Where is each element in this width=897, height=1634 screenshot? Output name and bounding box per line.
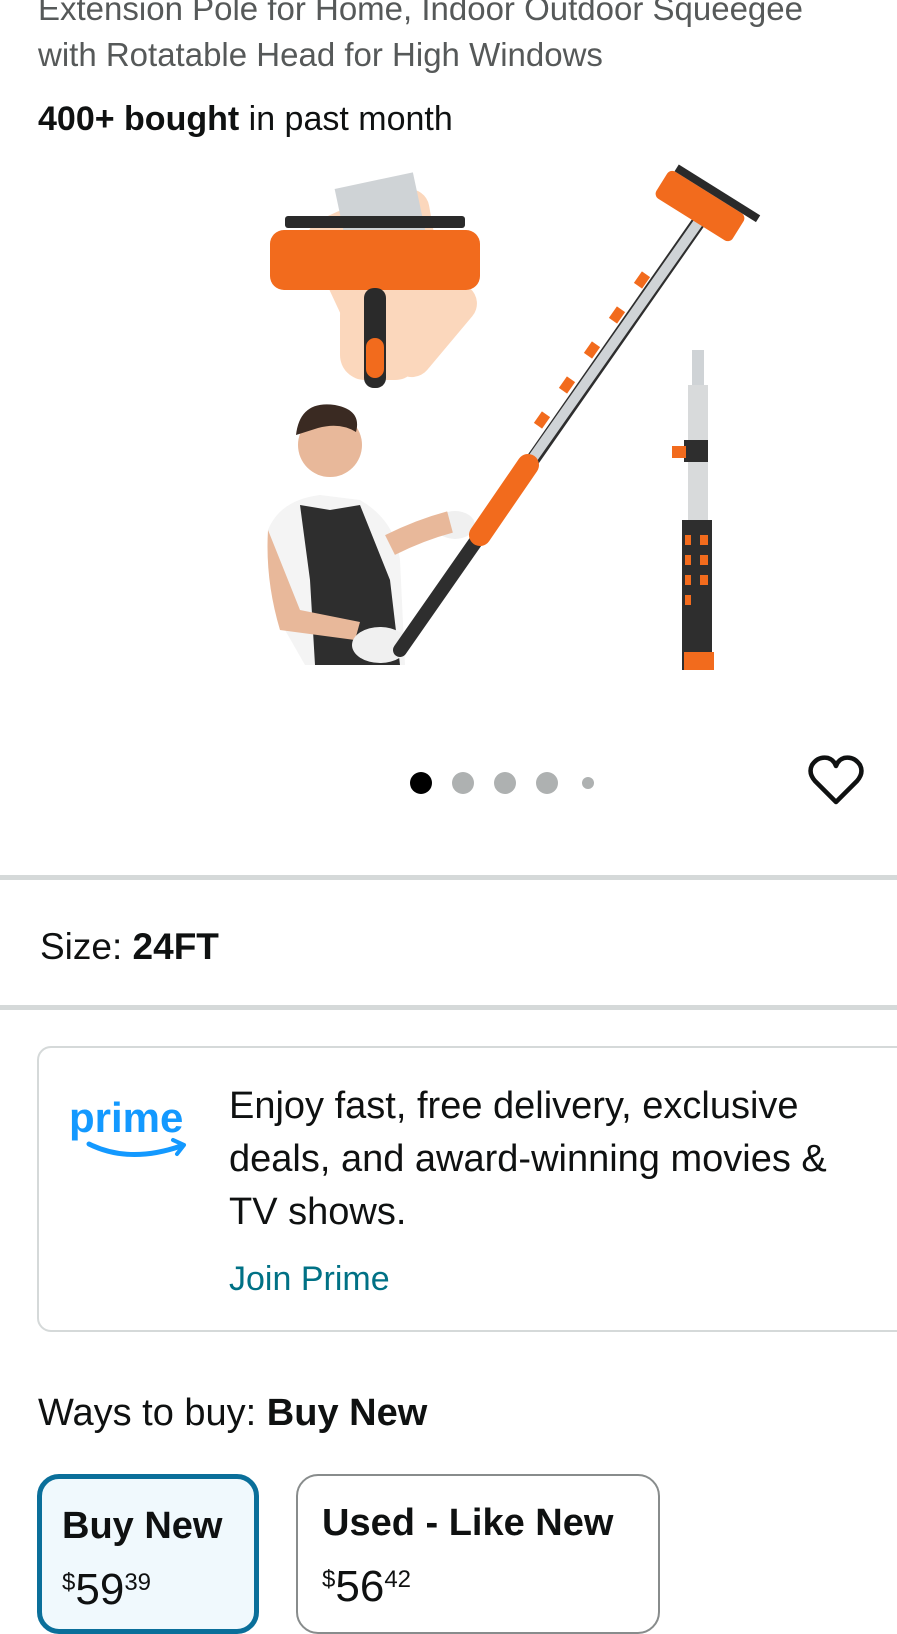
join-prime-link[interactable]: Join Prime — [229, 1260, 390, 1299]
prime-description-line-3: TV shows. — [229, 1191, 407, 1233]
product-title-line-2: with Rotatable Head for High Windows — [38, 36, 603, 73]
buy-option-new[interactable]: Buy New $5939 — [37, 1474, 259, 1634]
price-symbol: $ — [62, 1569, 76, 1596]
product-image-gallery[interactable] — [0, 160, 897, 720]
prime-description: Enjoy fast, free delivery, exclusive dea… — [229, 1080, 897, 1239]
ways-to-buy-label: Ways to buy: — [38, 1392, 257, 1434]
prime-logo-icon: prime — [69, 1088, 209, 1168]
prime-logo-text: prime — [69, 1094, 183, 1141]
product-title: Extension Pole for Home, Indoor Outdoor … — [38, 0, 897, 78]
extension-pole-vertical-icon — [672, 350, 714, 670]
squeegee-head-icon — [270, 172, 480, 388]
prime-promo-card: prime Enjoy fast, free delivery, exclusi… — [37, 1046, 897, 1332]
section-divider — [0, 875, 897, 880]
section-divider — [0, 1005, 897, 1010]
buy-option-price: $5642 — [322, 1562, 411, 1612]
ways-to-buy-heading: Ways to buy: Buy New — [38, 1392, 427, 1435]
buy-option-price: $5939 — [62, 1565, 151, 1615]
carousel-dot-1[interactable] — [410, 772, 432, 794]
buy-option-label: Used - Like New — [322, 1502, 614, 1544]
bought-count-rest: in past month — [239, 100, 453, 138]
carousel-dot-5[interactable] — [582, 777, 594, 789]
wishlist-heart-icon[interactable] — [808, 754, 864, 806]
price-symbol: $ — [322, 1566, 336, 1593]
ways-to-buy-selected: Buy New — [266, 1392, 428, 1434]
price-fraction: 42 — [384, 1566, 412, 1593]
buy-option-used-like-new[interactable]: Used - Like New $5642 — [296, 1474, 660, 1634]
image-carousel-dots[interactable] — [0, 770, 897, 794]
price-fraction: 39 — [124, 1569, 152, 1596]
bought-count-bold: 400+ bought — [38, 100, 240, 138]
person-with-pole-icon — [267, 404, 475, 665]
carousel-dot-2[interactable] — [452, 772, 474, 794]
bought-count: 400+ bought in past month — [38, 100, 453, 139]
product-image — [267, 164, 761, 670]
product-title-line-1: Extension Pole for Home, Indoor Outdoor … — [38, 0, 803, 27]
carousel-dot-3[interactable] — [494, 772, 516, 794]
prime-description-line-2: deals, and award-winning movies & — [229, 1138, 827, 1180]
prime-description-line-1: Enjoy fast, free delivery, exclusive — [229, 1085, 799, 1127]
price-whole: 59 — [75, 1565, 125, 1614]
buy-option-label: Buy New — [62, 1505, 223, 1547]
size-selector[interactable]: Size: 24FT — [40, 926, 219, 968]
size-label: Size: — [40, 926, 123, 967]
price-whole: 56 — [335, 1562, 385, 1611]
carousel-dot-4[interactable] — [536, 772, 558, 794]
size-value: 24FT — [132, 926, 219, 967]
